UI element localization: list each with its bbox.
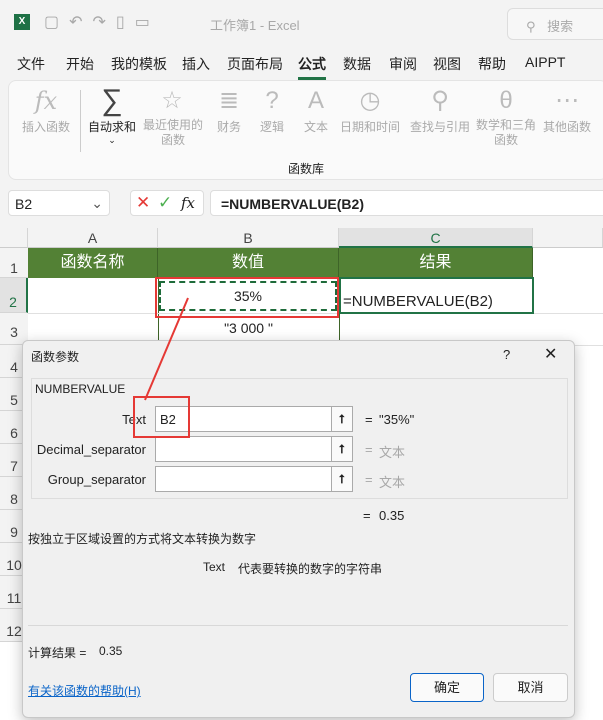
annotation-arrow-line <box>144 297 189 401</box>
